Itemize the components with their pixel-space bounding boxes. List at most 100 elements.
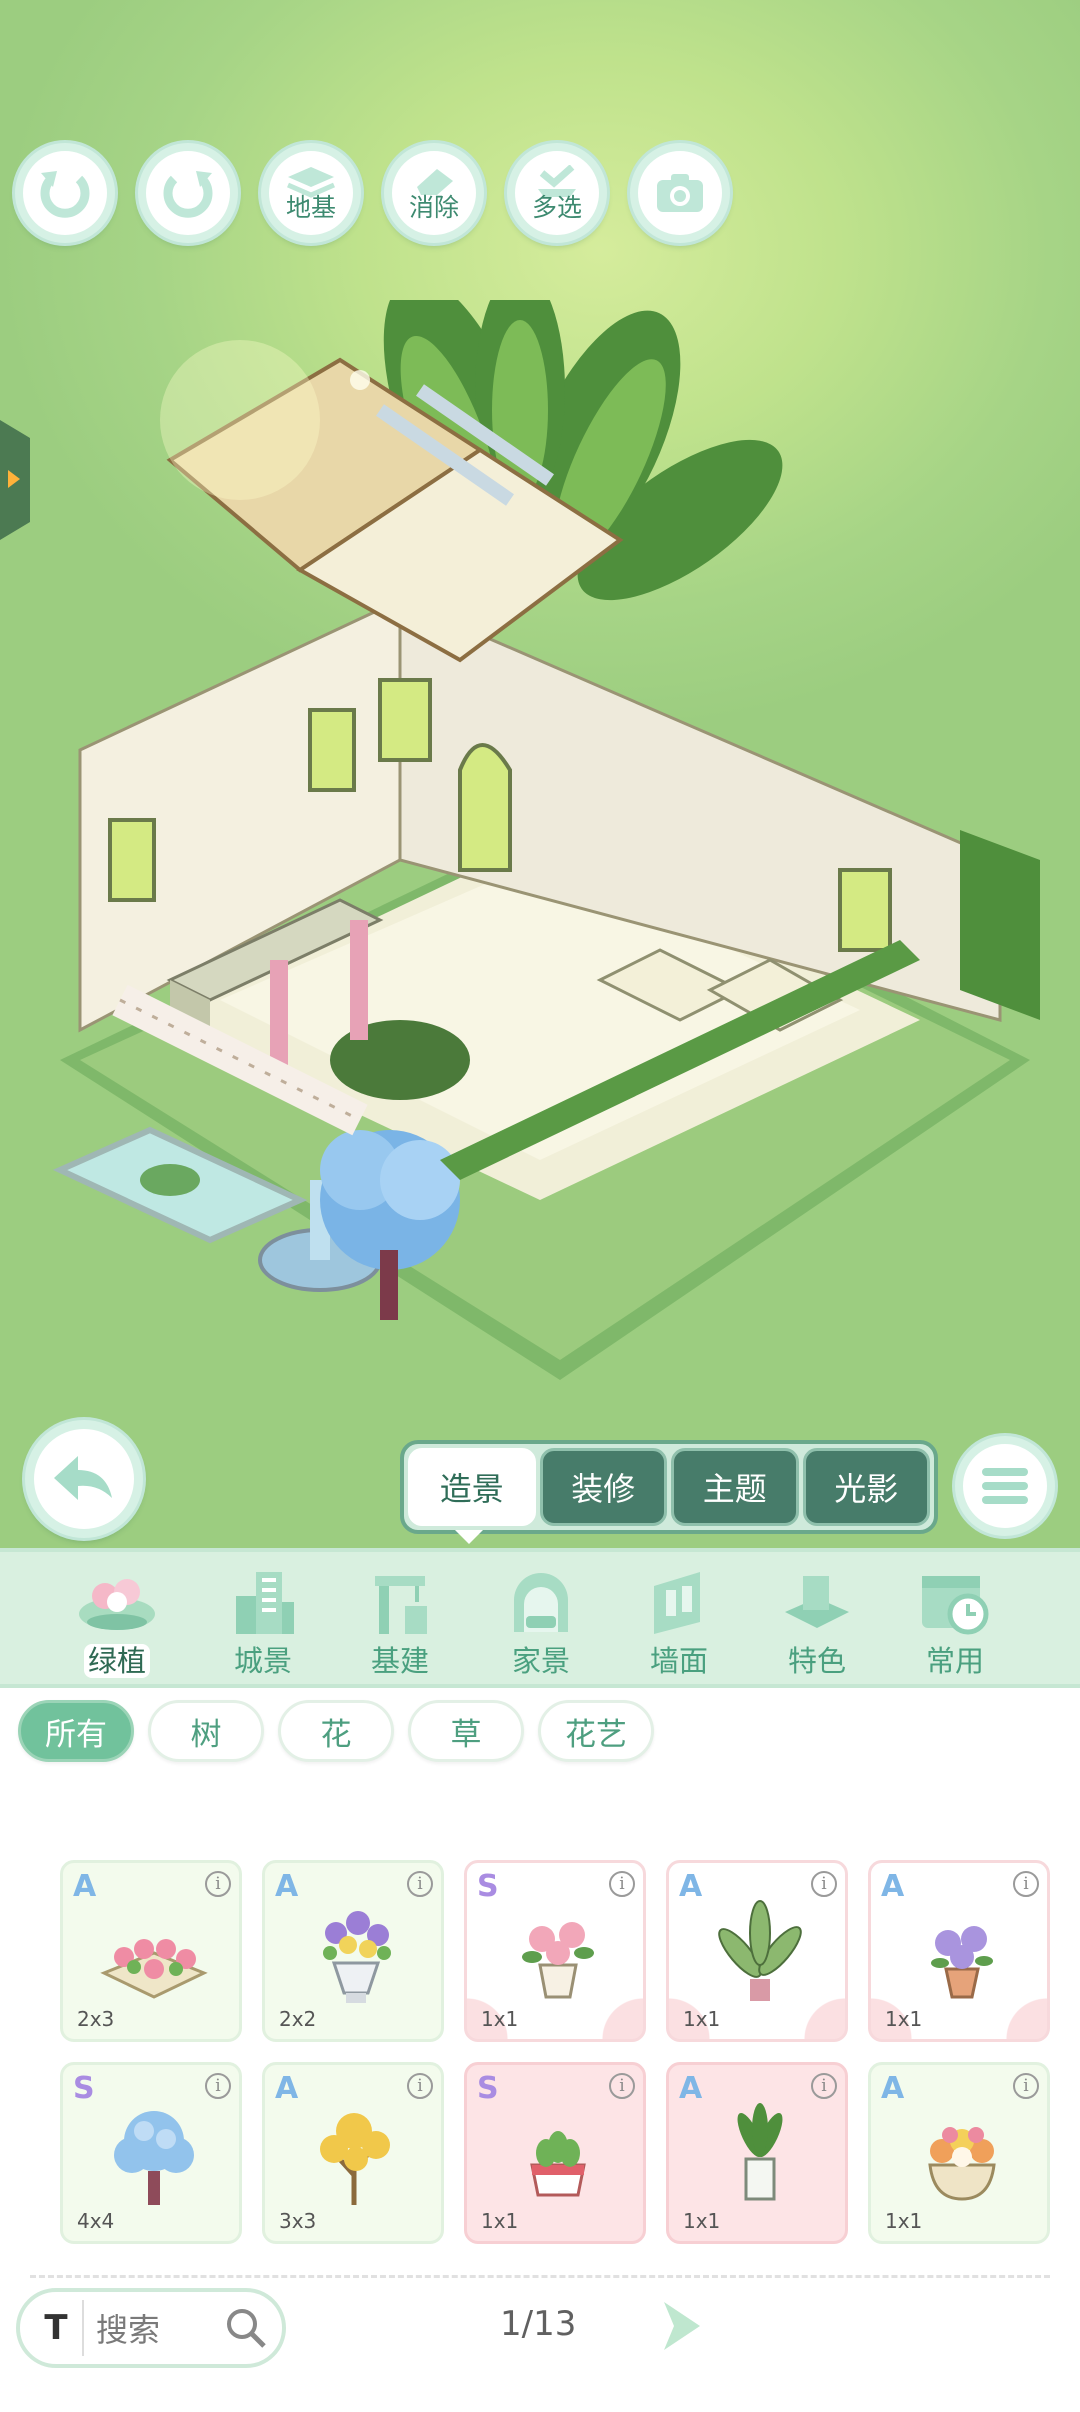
filter-flower[interactable]: 花 [278, 1700, 394, 1762]
size-label: 1x1 [885, 2209, 923, 2233]
camera-button[interactable] [630, 143, 730, 243]
category-special[interactable]: 特色 [762, 1566, 872, 1680]
divider [30, 2275, 1050, 2278]
size-label: 1x1 [683, 2007, 721, 2031]
grade-badge: A [275, 2071, 299, 2106]
category-label: 墙面 [649, 1644, 708, 1678]
search-icon[interactable] [224, 2306, 268, 2350]
calendar-clock-icon [922, 1576, 989, 1635]
item-card[interactable]: A i 2x3 [60, 1860, 242, 2042]
grade-badge: S [73, 2071, 95, 2106]
grade-badge: S [477, 2071, 499, 2106]
page-indicator: 1/13 [500, 2304, 577, 2344]
filter-all[interactable]: 所有 [18, 1700, 134, 1762]
size-label: 1x1 [481, 2209, 519, 2233]
next-page-arrow-icon[interactable] [650, 2296, 710, 2356]
home-arch-icon [514, 1573, 568, 1632]
flower-vase-icon [323, 1911, 391, 2003]
leafy-plant-icon [718, 1900, 802, 2001]
item-card[interactable]: S i 1x1 [464, 2062, 646, 2244]
undo-icon [40, 171, 90, 218]
item-card[interactable]: A i 1x1 [666, 2062, 848, 2244]
size-label: 1x1 [683, 2209, 721, 2233]
tab-theme[interactable]: 主题 [671, 1448, 799, 1526]
redo-button[interactable] [138, 143, 238, 243]
erase-button[interactable]: 消除 [384, 143, 484, 243]
category-label: 特色 [787, 1644, 846, 1678]
redo-icon [163, 171, 213, 218]
category-plants[interactable]: 绿植 [62, 1566, 172, 1680]
tab-lighting[interactable]: 光影 [802, 1448, 930, 1526]
tab-decoration[interactable]: 装修 [539, 1448, 667, 1526]
filter-floral-art[interactable]: 花艺 [538, 1700, 654, 1762]
wall-panel-icon [654, 1572, 700, 1634]
succulent-pot-icon [530, 2131, 586, 2197]
category-label: 绿植 [83, 1644, 150, 1678]
search-input[interactable]: 搜索 [96, 2305, 224, 2351]
grade-badge: A [73, 1869, 97, 1904]
item-card[interactable]: A i 2x2 [262, 1860, 444, 2042]
size-label: 2x2 [279, 2007, 317, 2031]
grade-badge: A [881, 1869, 905, 1904]
camera-icon [657, 174, 703, 212]
flower-pot-icon [79, 1579, 155, 1630]
foundation-button[interactable]: 地基 [261, 143, 361, 243]
category-construction[interactable]: 基建 [345, 1566, 455, 1680]
filter-chips: 所有 树 花 草 花艺 [18, 1700, 654, 1770]
crane-icon [375, 1576, 427, 1634]
category-label: 家景 [511, 1644, 570, 1678]
item-card[interactable]: A i 1x1 [868, 1860, 1050, 2042]
special-box-icon [785, 1576, 849, 1628]
grade-badge: A [679, 1869, 703, 1904]
side-drawer-toggle[interactable] [0, 420, 30, 540]
arrow-right-icon [8, 470, 20, 488]
mode-tab-bar: 造景 装修 主题 光影 [400, 1440, 938, 1534]
category-label: 常用 [925, 1644, 984, 1678]
multiselect-label: 多选 [531, 193, 582, 222]
purple-flower-pot-icon [931, 1926, 993, 1999]
menu-button[interactable] [955, 1436, 1055, 1536]
yellow-tree-icon [320, 2113, 390, 2205]
category-home[interactable]: 家景 [486, 1566, 596, 1680]
filter-tree[interactable]: 树 [148, 1700, 264, 1762]
size-label: 4x4 [77, 2209, 115, 2233]
category-label: 城景 [233, 1644, 292, 1678]
category-common[interactable]: 常用 [900, 1566, 1010, 1680]
size-label: 3x3 [279, 2209, 317, 2233]
city-building-icon [236, 1572, 294, 1634]
grade-badge: S [477, 1869, 499, 1904]
erase-label: 消除 [408, 193, 459, 222]
blue-tree-icon [114, 2111, 194, 2205]
category-wall[interactable]: 墙面 [624, 1566, 734, 1680]
size-label: 1x1 [885, 2007, 923, 2031]
flower-bowl-icon [928, 2127, 996, 2201]
filter-grass[interactable]: 草 [408, 1700, 524, 1762]
category-label: 基建 [370, 1644, 429, 1678]
undo-button[interactable] [15, 143, 115, 243]
active-tab-pointer [455, 1530, 483, 1544]
size-label: 2x3 [77, 2007, 115, 2031]
house-scene-illustration [52, 300, 1040, 1380]
item-card[interactable]: A i 1x1 [868, 2062, 1050, 2244]
category-cityscape[interactable]: 城景 [208, 1566, 318, 1680]
category-bar: 绿植 城景 基建 家景 墙面 特色 常用 [0, 1548, 1080, 1688]
multiselect-button[interactable]: 多选 [507, 143, 607, 243]
garden-scene[interactable]: 地基 消除 多选 造景 装修 主题 光影 [0, 0, 1080, 1550]
item-card[interactable]: S i 4x4 [60, 2062, 242, 2244]
text-mode-icon[interactable]: T [30, 2300, 84, 2356]
grade-badge: A [881, 2071, 905, 2106]
tab-landscape[interactable]: 造景 [408, 1448, 536, 1526]
back-button[interactable] [25, 1420, 143, 1538]
grade-badge: A [679, 2071, 703, 2106]
search-box[interactable]: T 搜索 [16, 2288, 286, 2368]
item-card[interactable]: S i 1x1 [464, 1860, 646, 2042]
menu-icon [982, 1468, 1028, 1476]
foundation-label: 地基 [285, 193, 336, 222]
item-card[interactable]: A i 1x1 [666, 1860, 848, 2042]
glass-plant-icon [737, 2103, 783, 2201]
flower-planter-icon [100, 1939, 208, 1999]
item-card[interactable]: A i 3x3 [262, 2062, 444, 2244]
size-label: 1x1 [481, 2007, 519, 2031]
back-arrow-icon [54, 1456, 112, 1500]
grade-badge: A [275, 1869, 299, 1904]
